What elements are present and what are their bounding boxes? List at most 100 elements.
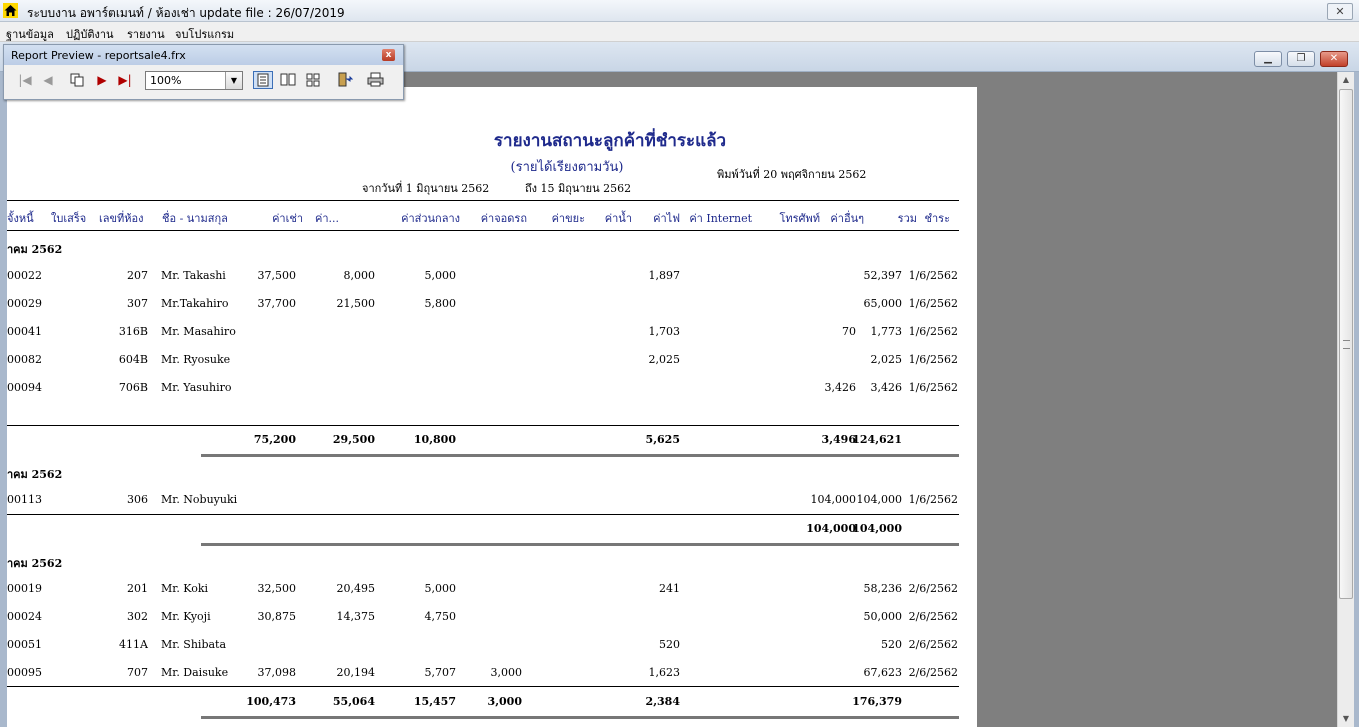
vertical-scrollbar[interactable]: ▲ ▼ xyxy=(1337,72,1354,727)
cell-room: 316B xyxy=(118,325,148,338)
group-separator xyxy=(201,454,959,457)
column-header-phone: โทรศัพท์ xyxy=(779,212,820,225)
cell-name: Mr. Koki xyxy=(161,582,209,595)
cell-room: 201 xyxy=(127,582,148,595)
cell-electric: 520 xyxy=(659,638,680,651)
report-preview-toolbar-window[interactable]: Report Preview - reportsale4.frx x |◀ ◀ … xyxy=(3,44,404,100)
cell-common: 5,800 xyxy=(424,297,457,310)
cell-paid: 2/6/2562 xyxy=(908,666,958,679)
subtotal-rule xyxy=(7,514,959,515)
goto-page-icon[interactable] xyxy=(67,71,87,89)
cell-total: 58,236 xyxy=(863,582,903,595)
cell-room: 302 xyxy=(127,610,148,623)
cell-total: 67,623 xyxy=(863,666,903,679)
cell-other: 3,426 xyxy=(824,381,857,394)
report-range-from: จากวันที่ 1 มิถุนายน 2562 xyxy=(362,182,490,195)
scroll-down-arrow-icon[interactable]: ▼ xyxy=(1338,711,1354,727)
column-header-c2: ค่า... xyxy=(315,212,340,225)
cell-name: Mr. Nobuyuki xyxy=(161,493,238,506)
menu-exit[interactable]: จบโปรแกรม xyxy=(175,25,234,43)
subtotal-other: 104,000 xyxy=(806,522,856,535)
cell-common: 5,000 xyxy=(424,582,457,595)
cell-electric: 1,623 xyxy=(648,666,681,679)
subtotal-c2: 55,064 xyxy=(332,695,375,708)
scroll-up-arrow-icon[interactable]: ▲ xyxy=(1338,72,1354,88)
cell-rent: 30,875 xyxy=(257,610,297,623)
subtotal-total: 104,000 xyxy=(852,522,902,535)
group-separator xyxy=(201,716,959,719)
window-frame-left xyxy=(0,72,7,727)
cell-debt: 00041 xyxy=(7,325,42,338)
chevron-down-icon[interactable]: ▼ xyxy=(225,72,242,89)
next-page-icon[interactable]: ▶ xyxy=(92,71,112,89)
cell-debt: 00022 xyxy=(7,269,42,282)
cell-paid: 1/6/2562 xyxy=(908,297,958,310)
cell-total: 52,397 xyxy=(863,269,903,282)
cell-paid: 1/6/2562 xyxy=(908,269,958,282)
header-bottom-rule xyxy=(7,230,959,231)
exit-preview-icon[interactable] xyxy=(335,71,355,89)
zoom-value: 100% xyxy=(150,74,182,87)
cell-name: Mr. Shibata xyxy=(161,638,227,651)
cell-name: Mr. Yasuhiro xyxy=(161,381,232,394)
cell-paid: 1/6/2562 xyxy=(908,493,958,506)
cell-debt: 00024 xyxy=(7,610,42,623)
minimize-icon: ▁ xyxy=(1264,53,1272,64)
cell-total: 1,773 xyxy=(870,325,903,338)
cell-room: 706B xyxy=(118,381,148,394)
minimize-button[interactable]: ▁ xyxy=(1254,51,1282,67)
child-close-button[interactable]: ✕ xyxy=(1320,51,1348,67)
scroll-thumb[interactable] xyxy=(1339,89,1353,599)
subtotal-total: 124,621 xyxy=(852,433,902,446)
column-header-garbage: ค่าขยะ xyxy=(551,212,585,225)
menu-reports[interactable]: รายงาน xyxy=(127,25,165,43)
window-close-button[interactable]: ✕ xyxy=(1327,3,1353,20)
first-page-icon[interactable]: |◀ xyxy=(15,71,35,89)
two-page-view-icon[interactable] xyxy=(278,71,298,89)
group-header: าคม 2562 xyxy=(7,557,63,570)
last-page-icon[interactable]: ▶| xyxy=(115,71,135,89)
column-header-receipt: ใบเสร็จ xyxy=(51,212,87,225)
cell-debt: 00051 xyxy=(7,638,42,651)
subtotal-rule xyxy=(7,686,959,687)
cell-rent: 32,500 xyxy=(257,582,297,595)
cell-common: 4,750 xyxy=(424,610,457,623)
column-header-room: เลขที่ห้อง xyxy=(99,212,144,225)
column-header-debt: จั้งหนี้ xyxy=(7,212,34,225)
menu-database[interactable]: ฐานข้อมูล xyxy=(6,25,54,43)
toolbar-titlebar[interactable]: Report Preview - reportsale4.frx x xyxy=(4,45,403,65)
cell-room: 411A xyxy=(119,638,148,651)
cell-electric: 2,025 xyxy=(648,353,681,366)
cell-name: Mr. Daisuke xyxy=(161,666,229,679)
cell-other: 70 xyxy=(842,325,856,338)
print-icon[interactable] xyxy=(365,71,385,89)
cell-paid: 2/6/2562 xyxy=(908,610,958,623)
report-print-date: พิมพ์วันที่ 20 พฤศจิกายน 2562 xyxy=(717,168,867,181)
cell-c2: 21,500 xyxy=(336,297,376,310)
report-page: รายงานสถานะลูกค้าที่ชำระแล้ว (รายได้เรีย… xyxy=(7,87,977,727)
group-header: าคม 2562 xyxy=(7,243,63,256)
column-header-electric: ค่าไฟ xyxy=(653,212,680,225)
cell-room: 604B xyxy=(118,353,148,366)
cell-electric: 241 xyxy=(659,582,680,595)
cell-c2: 20,495 xyxy=(336,582,376,595)
multi-page-view-icon[interactable] xyxy=(303,71,323,89)
cell-paid: 1/6/2562 xyxy=(908,353,958,366)
column-header-water: ค่าน้ำ xyxy=(604,212,632,225)
toolbar-close-button[interactable]: x xyxy=(382,49,395,61)
cell-room: 707 xyxy=(127,666,148,679)
cell-c2: 14,375 xyxy=(336,610,376,623)
cell-paid: 2/6/2562 xyxy=(908,582,958,595)
cell-c2: 20,194 xyxy=(336,666,376,679)
restore-button[interactable]: ❐ xyxy=(1287,51,1315,67)
cell-rent: 37,500 xyxy=(257,269,297,282)
single-page-view-icon[interactable] xyxy=(253,71,273,89)
cell-debt: 00094 xyxy=(7,381,42,394)
cell-electric: 1,897 xyxy=(648,269,681,282)
menu-operations[interactable]: ปฏิบัติงาน xyxy=(66,25,114,43)
previous-page-icon[interactable]: ◀ xyxy=(38,71,58,89)
cell-room: 306 xyxy=(127,493,148,506)
zoom-select[interactable]: 100% ▼ xyxy=(145,71,243,90)
cell-rent: 37,098 xyxy=(257,666,297,679)
subtotal-electric: 2,384 xyxy=(645,695,680,708)
